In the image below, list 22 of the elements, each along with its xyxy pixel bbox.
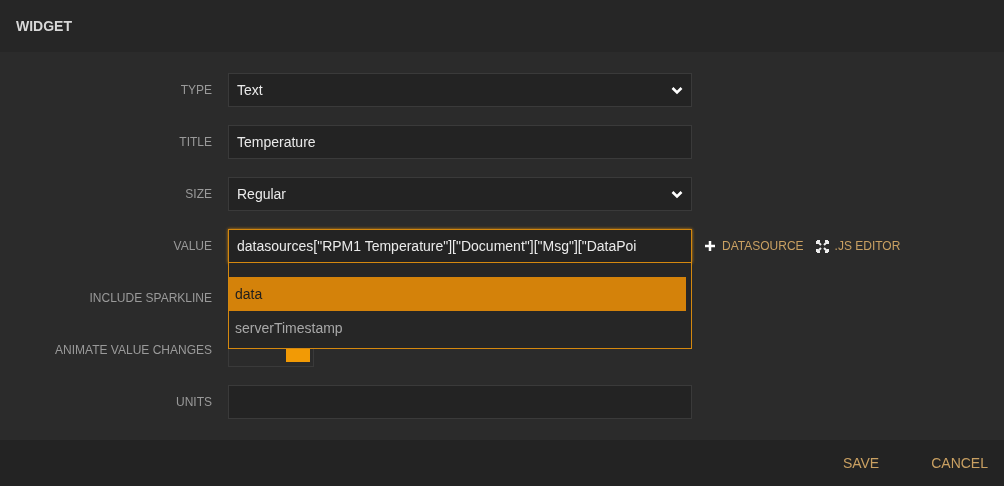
select-field[interactable]: Text (228, 73, 692, 107)
chevron-down-icon (671, 189, 683, 199)
suggestion-item[interactable]: serverTimestamp (229, 311, 686, 345)
plus-icon (704, 240, 716, 252)
window-title: WIDGET (16, 18, 72, 34)
field-label: TITLE (178, 135, 213, 149)
input-field[interactable]: Temperature (228, 125, 692, 159)
field-label: UNITS (175, 395, 213, 409)
footer-button[interactable]: CANCEL (931, 455, 988, 471)
input-field[interactable]: datasources["RPM1 Temperature"]["Document"]["Msg"]["DataPoi (228, 229, 692, 263)
action-link[interactable]: .JS EDITOR (815, 239, 901, 253)
field-label: VALUE (172, 239, 213, 253)
field-label: INCLUDE SPARKLINE (88, 291, 213, 305)
field-label: SIZE (184, 187, 213, 201)
chevron-down-icon (671, 85, 683, 95)
expand-icon (815, 239, 829, 253)
field-label: ANIMATE VALUE CHANGES (54, 343, 213, 357)
field-label: TYPE (179, 83, 213, 97)
action-link[interactable]: DATASOURCE (704, 239, 804, 253)
suggestion-item[interactable]: data (229, 277, 686, 311)
footer-button[interactable]: SAVE (842, 455, 880, 471)
select-field[interactable]: Regular (228, 177, 692, 211)
